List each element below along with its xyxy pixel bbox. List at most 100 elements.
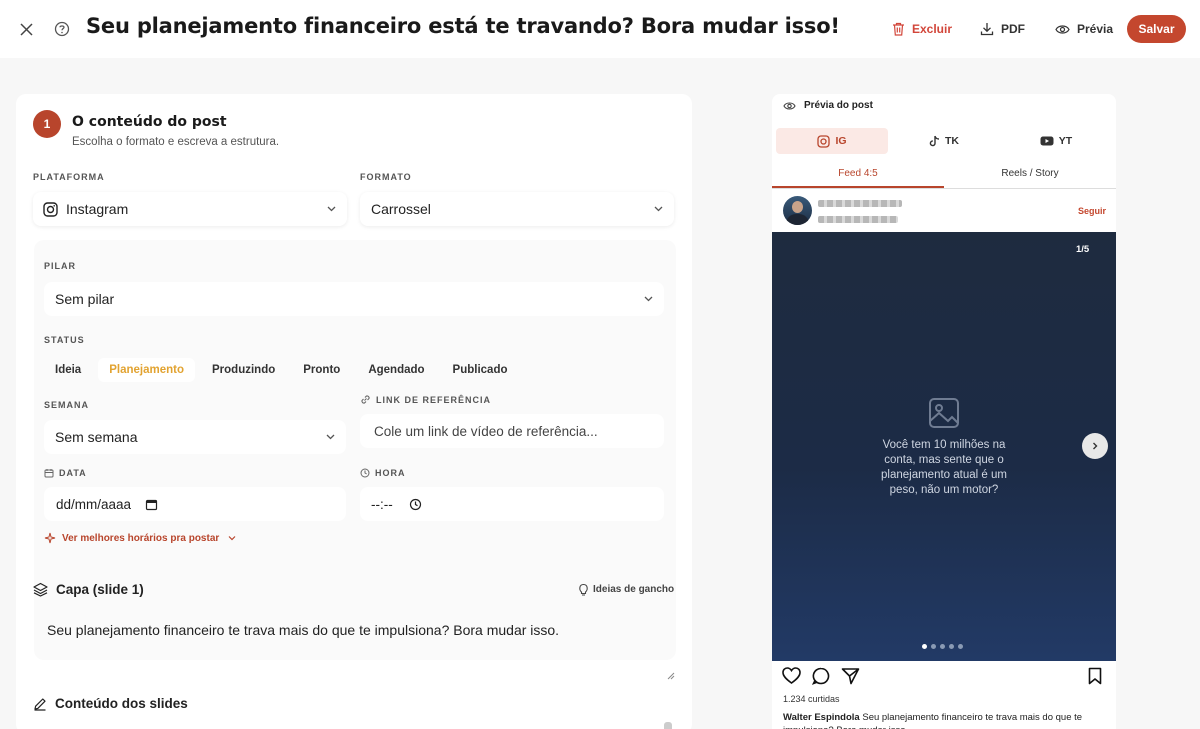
preview-header-label: Prévia do post xyxy=(804,100,873,111)
date-label-text: DATA xyxy=(59,468,87,478)
tiktok-icon xyxy=(929,135,940,147)
hook-ideas-label: Ideias de gancho xyxy=(593,584,675,595)
best-times-toggle[interactable]: Ver melhores horários pra postar xyxy=(44,532,237,544)
delete-button[interactable]: Excluir xyxy=(892,17,952,41)
clock-icon xyxy=(360,468,370,478)
status-pronto[interactable]: Pronto xyxy=(292,358,351,382)
tab-youtube-label: YT xyxy=(1058,135,1073,147)
calendar-picker-icon[interactable] xyxy=(145,498,158,511)
status-produzindo[interactable]: Produzindo xyxy=(201,358,286,382)
date-input[interactable]: dd/mm/aaaa xyxy=(44,487,346,521)
tab-youtube[interactable]: YT xyxy=(1000,128,1112,154)
save-button[interactable]: Salvar xyxy=(1127,15,1186,43)
time-label: HORA xyxy=(360,468,406,478)
tab-tiktok-label: TK xyxy=(945,135,959,147)
blurred-location xyxy=(818,216,898,223)
status-agendado[interactable]: Agendado xyxy=(357,358,435,382)
instagram-icon xyxy=(817,134,831,148)
chevron-down-icon xyxy=(644,296,653,302)
status-planejamento[interactable]: Planejamento xyxy=(98,358,195,382)
page-title: Seu planejamento financeiro está te trav… xyxy=(86,14,840,38)
pillar-value: Sem pilar xyxy=(55,291,115,307)
status-label-text: STATUS xyxy=(44,335,85,345)
step-title: O conteúdo do post xyxy=(72,114,227,130)
avatar xyxy=(783,196,812,225)
caption-user: Walter Espindola xyxy=(783,712,860,723)
clock-picker-icon[interactable] xyxy=(409,498,422,511)
chevron-down-icon xyxy=(327,206,336,212)
reference-label-text: LINK DE REFERÊNCIA xyxy=(376,394,492,405)
image-placeholder-icon xyxy=(929,398,959,428)
post-preview-panel: Prévia do post IG TK YT Feed 4:5 Reels /… xyxy=(772,94,1116,729)
download-icon xyxy=(980,23,994,36)
cover-title: Capa (slide 1) xyxy=(56,582,144,597)
status-publicado[interactable]: Publicado xyxy=(442,358,519,382)
format-label-text: FORMATO xyxy=(360,172,412,182)
pillar-label-text: PILAR xyxy=(44,261,76,271)
pdf-button[interactable]: PDF xyxy=(980,17,1025,41)
likes-count: 1.234 curtidas xyxy=(783,694,840,704)
platform-select[interactable]: Instagram xyxy=(33,192,347,226)
slide-dot[interactable] xyxy=(949,644,954,649)
help-icon[interactable] xyxy=(52,19,72,39)
step-subtitle: Escolha o formato e escreva a estrutura. xyxy=(72,136,280,148)
slide-dot[interactable] xyxy=(922,644,927,649)
scrollbar-thumb[interactable] xyxy=(664,722,672,729)
platform-label-text: PLATAFORMA xyxy=(33,172,105,182)
cover-section-header: Capa (slide 1) xyxy=(33,582,144,597)
slide-dot[interactable] xyxy=(958,644,963,649)
preview-label: Prévia xyxy=(1077,22,1114,36)
tab-instagram-label: IG xyxy=(835,135,847,147)
reference-label: LINK DE REFERÊNCIA xyxy=(360,394,491,405)
heart-icon[interactable] xyxy=(782,667,801,685)
slide-dot[interactable] xyxy=(931,644,936,649)
youtube-icon xyxy=(1040,136,1054,146)
comment-icon[interactable] xyxy=(812,667,830,685)
status-ideia[interactable]: Ideia xyxy=(44,358,92,382)
week-select[interactable]: Sem semana xyxy=(44,420,346,454)
resize-handle-icon[interactable] xyxy=(666,671,675,680)
share-icon[interactable] xyxy=(841,667,860,685)
close-icon[interactable] xyxy=(16,19,36,39)
pencil-icon xyxy=(34,697,46,711)
format-tabs: Feed 4:5 Reels / Story xyxy=(772,163,1116,189)
pillar-select[interactable]: Sem pilar xyxy=(44,282,664,316)
preview-button[interactable]: Prévia xyxy=(1055,17,1113,41)
lightbulb-icon xyxy=(579,583,588,596)
week-label: SEMANA xyxy=(44,400,89,410)
time-label-text: HORA xyxy=(375,468,406,478)
cover-textarea[interactable]: Seu planejamento financeiro te trava mai… xyxy=(47,622,559,638)
platform-label: PLATAFORMA xyxy=(33,172,105,182)
hook-ideas-button[interactable]: Ideias de gancho xyxy=(578,583,674,596)
post-caption: Walter Espindola Seu planejamento financ… xyxy=(783,711,1103,729)
slide-dots xyxy=(922,644,963,649)
tab-feed[interactable]: Feed 4:5 xyxy=(772,163,944,188)
trash-icon xyxy=(893,22,904,36)
date-placeholder: dd/mm/aaaa xyxy=(56,496,132,512)
time-input[interactable]: --:-- xyxy=(360,487,664,521)
post-actions xyxy=(782,667,1106,687)
status-options: Ideia Planejamento Produzindo Pronto Age… xyxy=(44,358,525,382)
carousel-slide: 1/5 Você tem 10 milhões na conta, mas se… xyxy=(772,232,1116,661)
instagram-icon xyxy=(43,201,58,217)
reference-link-input[interactable]: Cole um link de vídeo de referência... xyxy=(360,414,664,448)
follow-button[interactable]: Seguir xyxy=(1078,206,1106,216)
reference-placeholder: Cole um link de vídeo de referência... xyxy=(374,423,598,439)
link-icon xyxy=(361,395,370,404)
slides-title: Conteúdo dos slides xyxy=(55,696,188,711)
format-select[interactable]: Carrossel xyxy=(360,192,674,226)
sparkle-icon xyxy=(44,532,56,544)
best-times-label: Ver melhores horários pra postar xyxy=(62,532,220,544)
slide-counter: 1/5 xyxy=(1076,244,1090,255)
chevron-down-icon xyxy=(326,434,335,440)
tab-reels-story[interactable]: Reels / Story xyxy=(944,163,1116,188)
chevron-down-icon xyxy=(654,206,663,212)
tab-instagram[interactable]: IG xyxy=(776,128,888,154)
slide-dot[interactable] xyxy=(940,644,945,649)
platform-tabs: IG TK YT xyxy=(776,128,1112,154)
tab-tiktok[interactable]: TK xyxy=(888,128,1000,154)
slides-section-header: Conteúdo dos slides xyxy=(33,696,188,711)
next-slide-button[interactable] xyxy=(1082,433,1108,459)
bookmark-icon[interactable] xyxy=(1088,667,1102,685)
pdf-label: PDF xyxy=(1001,22,1025,36)
